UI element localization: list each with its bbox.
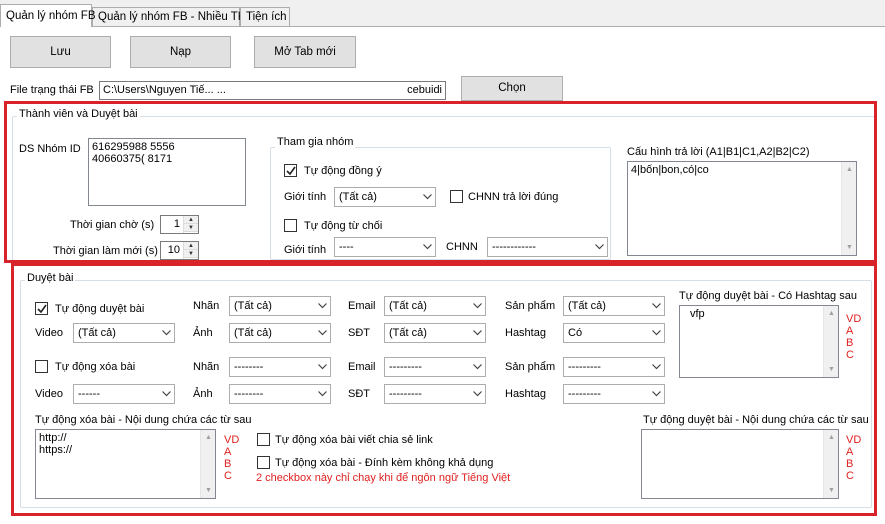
tab-strip: Quản lý nhóm FB Quản lý nhóm FB - Nhiều … [0,0,885,28]
state-file-input[interactable]: C:\Users\Nguyen Tiế... ... cebuidi [99,81,446,100]
tab-group-manager[interactable]: Quản lý nhóm FB [0,4,95,27]
new-tab-button[interactable]: Mở Tab mới [254,36,356,68]
posts-highlight-frame [11,263,877,516]
state-file-label: File trạng thái FB [10,84,94,96]
tab-utilities[interactable]: Tiện ích [240,7,290,27]
load-button[interactable]: Nạp [130,36,231,68]
members-highlight-frame [4,101,877,263]
tab-group-manager-multi[interactable]: Quản lý nhóm FB - Nhiều TK [92,7,245,27]
choose-file-button[interactable]: Chọn [461,76,563,101]
save-button[interactable]: Lưu [10,36,111,68]
